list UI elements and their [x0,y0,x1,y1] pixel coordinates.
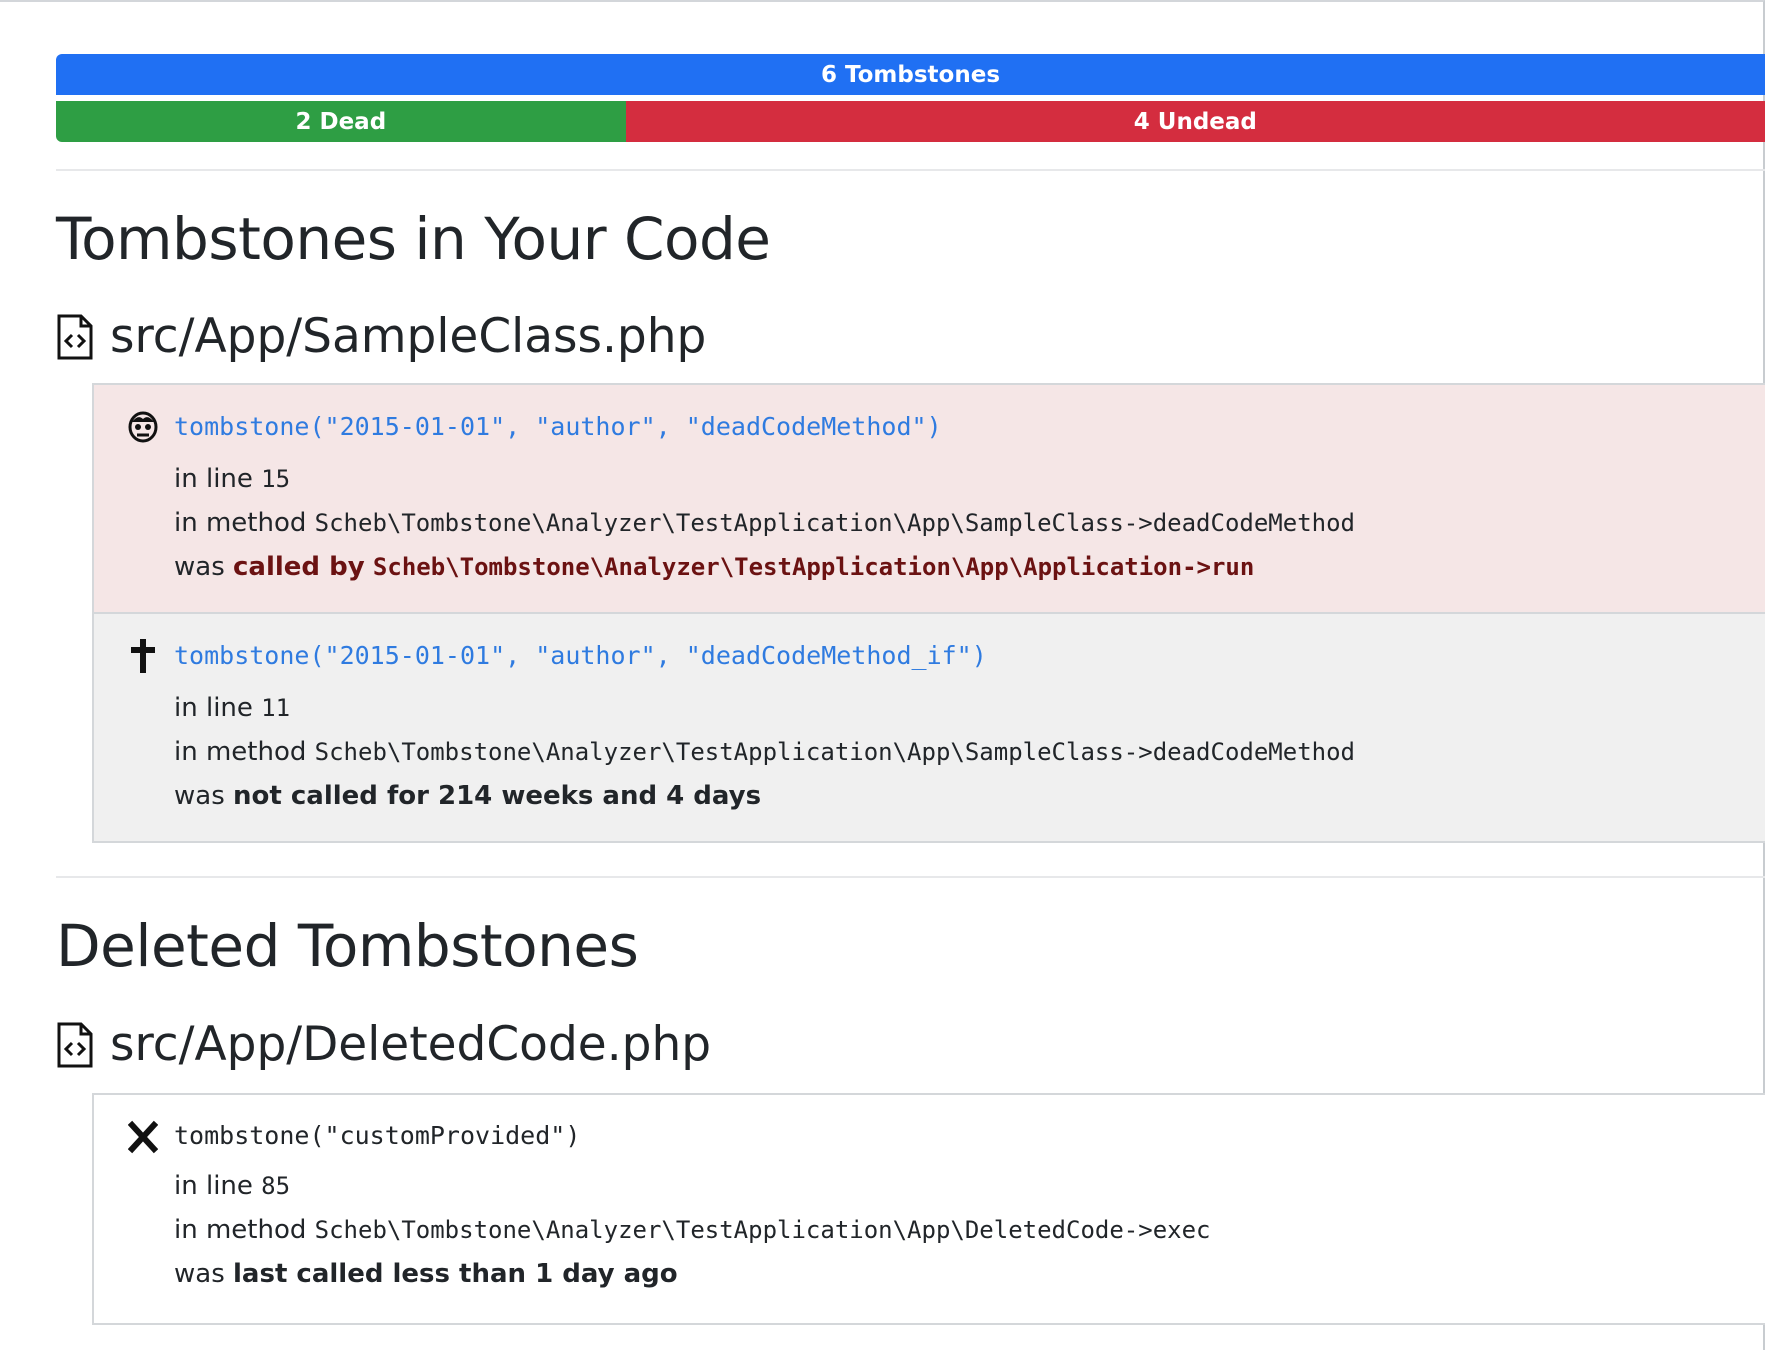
method-name: Scheb\Tombstone\Analyzer\TestApplication… [314,509,1355,537]
call-status-info: was not called for 214 weeks and 4 days [174,776,1765,816]
tombstone-list-deletedcode: tombstone("customProvided") in line 85 i… [92,1093,1765,1325]
not-called-label: not called for 214 weeks and 4 days [233,781,762,811]
dead-segment: 2 Dead [56,101,626,142]
total-tombstones-bar: 6 Tombstones [56,54,1765,95]
undead-segment: 4 Undead [625,101,1765,142]
method-info: in method Scheb\Tombstone\Analyzer\TestA… [174,732,1765,772]
method-name: Scheb\Tombstone\Analyzer\TestApplication… [314,1216,1211,1244]
cross-icon [131,639,155,673]
section-title-deleted: Deleted Tombstones [56,912,639,980]
method-info: in method Scheb\Tombstone\Analyzer\TestA… [174,503,1765,543]
was-prefix: was [174,552,225,582]
line-info: in line 11 [174,688,1765,728]
call-status-info: was called by Scheb\Tombstone\Analyzer\T… [174,547,1765,587]
tombstone-call[interactable]: tombstone("2015-01-01", "author", "deadC… [174,639,1765,673]
line-number: 11 [261,694,291,722]
line-number: 15 [261,465,291,493]
tombstone-call: tombstone("customProvided") [174,1121,581,1150]
caller-name: Scheb\Tombstone\Analyzer\TestApplication… [372,553,1255,581]
method-prefix: in method [174,737,307,767]
last-called-label: last called less than 1 day ago [233,1259,678,1289]
divider [56,169,1765,171]
was-prefix: was [174,781,225,811]
file-path[interactable]: src/App/DeletedCode.php [110,1018,711,1072]
tombstone-item-dead: tombstone("2015-01-01", "author", "deadC… [94,612,1765,841]
method-prefix: in method [174,1215,307,1245]
file-code-icon [57,1022,93,1068]
tombstone-call[interactable]: tombstone("2015-01-01", "author", "deadC… [174,410,1765,444]
line-info: in line 15 [174,459,1765,499]
zombie-icon [128,411,158,443]
report-page: 6 Tombstones 2 Dead 4 Undead Tombstones … [0,0,1765,1350]
method-info: in method Scheb\Tombstone\Analyzer\TestA… [174,1210,1765,1250]
tombstone-item-undead: tombstone("2015-01-01", "author", "deadC… [94,385,1765,612]
file-heading-sampleclass: src/App/SampleClass.php [56,310,706,364]
method-prefix: in method [174,508,307,538]
dead-undead-bar: 2 Dead 4 Undead [56,101,1765,142]
tombstone-item-deleted: tombstone("customProvided") in line 85 i… [94,1095,1765,1323]
call-status-info: was last called less than 1 day ago [174,1254,1765,1294]
line-prefix: in line [174,1171,253,1201]
line-prefix: in line [174,464,253,494]
section-title-active: Tombstones in Your Code [56,205,771,273]
line-prefix: in line [174,693,253,723]
line-number: 85 [261,1172,291,1200]
was-prefix: was [174,1259,225,1289]
tombstone-list-sampleclass: tombstone("2015-01-01", "author", "deadC… [92,383,1765,843]
line-info: in line 85 [174,1166,1765,1206]
total-tombstones-segment: 6 Tombstones [56,54,1765,95]
called-by-label: called by [233,552,365,582]
file-path[interactable]: src/App/SampleClass.php [110,310,706,364]
x-mark-icon [128,1120,158,1154]
method-name: Scheb\Tombstone\Analyzer\TestApplication… [314,738,1355,766]
divider [56,876,1765,878]
file-heading-deletedcode: src/App/DeletedCode.php [56,1018,711,1072]
file-code-icon [57,314,93,360]
